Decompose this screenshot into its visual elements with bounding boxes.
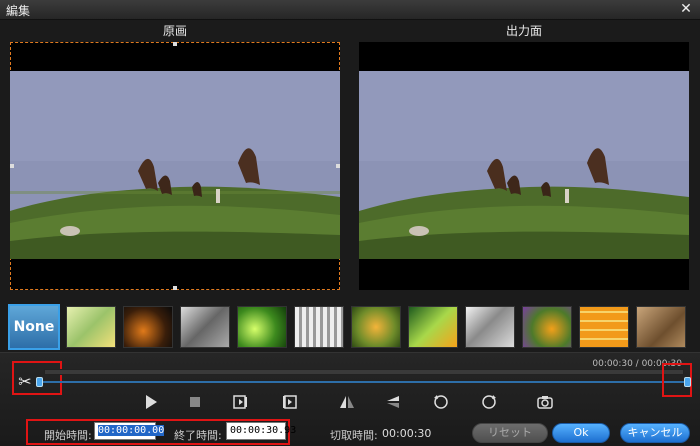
output-preview [359,42,689,290]
stop-icon[interactable] [184,391,206,413]
effect-glow-flower-icon[interactable] [237,306,287,348]
title-bar: 編集 ✕ [0,0,700,20]
timeline-selection-line [40,381,690,383]
crop-handle-top[interactable] [173,42,177,46]
flip-vertical-icon[interactable] [382,391,404,413]
flip-horizontal-icon[interactable] [336,391,358,413]
effect-sepia-icon[interactable] [636,306,686,348]
crop-handle-right[interactable] [336,164,340,168]
rotate-left-icon[interactable] [430,391,452,413]
thumb-none-label: None [13,319,55,335]
window-title: 編集 [6,4,31,18]
effect-mosaic-tiles-icon[interactable] [579,306,629,348]
reset-button[interactable]: リセット [472,423,548,443]
effect-dark-flower-icon[interactable] [123,306,173,348]
trim-fields-row: 開始時間: 00:00:00.00 終了時間: 00:00:30.93 切取時間… [0,419,700,446]
start-time-label: 開始時間: [44,429,92,442]
original-preview[interactable] [10,42,340,290]
play-icon[interactable] [140,391,162,413]
output-pane-label: 出力面 [505,24,542,38]
effect-grayscale-flower-icon[interactable] [180,306,230,348]
cancel-button[interactable]: キャンセル [620,423,690,443]
start-time-field[interactable]: 00:00:00.00 [94,422,165,440]
effect-emboss-icon[interactable] [465,306,515,348]
set-start-icon[interactable] [230,391,252,413]
cut-duration-label: 切取時間: [330,429,378,442]
effect-pixel-mono-icon[interactable] [294,306,344,348]
scissors-icon[interactable]: ✂ [14,371,36,393]
camera-snapshot-icon[interactable] [534,391,556,413]
rotate-right-icon[interactable] [478,391,500,413]
edit-controls-panel: 00:00:30 / 00:00:30 ✂ 開始時間: 00:00:00.00 … [0,352,700,446]
crop-handle-left[interactable] [10,164,14,168]
timeline-track[interactable] [44,369,684,375]
ok-button[interactable]: Ok [552,423,610,443]
effect-vivid-flower-icon[interactable] [408,306,458,348]
crop-handle-bottom[interactable] [173,286,177,290]
effect-noise-flower-icon[interactable] [522,306,572,348]
end-time-field[interactable]: 00:00:30.93 [226,422,296,440]
end-time-label: 終了時間: [174,429,222,442]
cut-duration-value: 00:00:30 [382,427,432,440]
effect-thumbnail-strip: None [8,304,692,350]
start-trim-handle[interactable] [36,377,43,387]
effect-sketch-flower-icon[interactable] [66,306,116,348]
original-video-frame [10,71,340,259]
end-trim-handle[interactable] [684,377,691,387]
original-pane-label: 原画 [162,24,187,38]
end-time-value: 00:00:30.93 [230,425,297,436]
set-end-icon[interactable] [278,391,300,413]
start-time-value: 00:00:00.00 [98,425,165,436]
close-icon[interactable]: ✕ [678,1,694,17]
thumb-none[interactable]: None [8,304,60,350]
effect-blur-flower-icon[interactable] [351,306,401,348]
output-video-frame [359,71,689,259]
